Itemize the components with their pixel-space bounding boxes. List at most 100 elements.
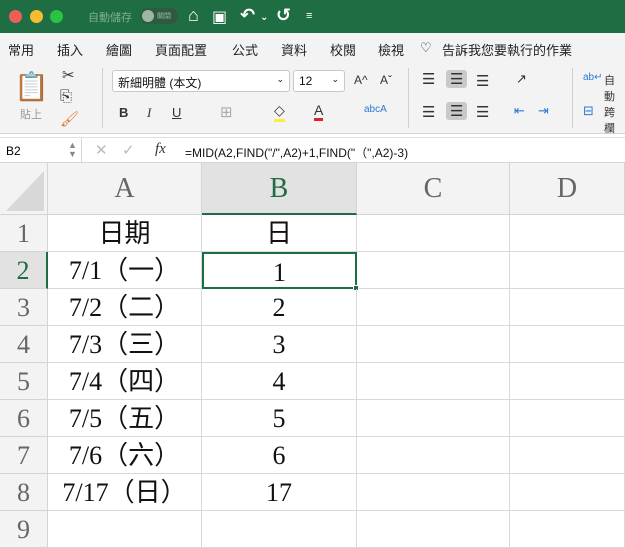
cell-d3[interactable] [510,289,625,326]
row-header[interactable]: 5 [0,363,48,400]
format-painter-icon[interactable]: 🖌 [60,110,79,128]
cell-b6[interactable]: 5 [202,400,357,437]
column-header-b[interactable]: B [202,163,357,215]
increase-font-size-icon[interactable]: A^ [354,73,368,87]
column-header-c[interactable]: C [357,163,510,215]
row-header[interactable]: 7 [0,437,48,474]
cell-c7[interactable] [357,437,510,474]
cell-b5[interactable]: 4 [202,363,357,400]
close-window-button[interactable] [9,10,22,23]
cell-d6[interactable] [510,400,625,437]
wrap-text-label[interactable]: 自動 [604,72,625,104]
formula-input[interactable]: =MID(A2,FIND("/",A2)+1,FIND("（",A2)-3) [185,144,408,161]
cell-d4[interactable] [510,326,625,363]
cell-b3[interactable]: 2 [202,289,357,326]
row-header[interactable]: 9 [0,511,48,548]
row-header[interactable]: 2 [0,252,48,289]
select-all-corner[interactable] [0,163,48,215]
redo-icon[interactable]: ↺ [276,5,291,26]
row-header[interactable]: 1 [0,215,48,252]
cell-a3[interactable]: 7/2（二） [48,289,202,326]
cancel-icon[interactable]: ✕ [95,141,108,159]
cell-a1[interactable]: 日期 [48,215,202,252]
row-header[interactable]: 6 [0,400,48,437]
align-left-icon[interactable]: ☰ [422,103,435,121]
merge-label[interactable]: 跨欄 [604,104,625,136]
cell-c1[interactable] [357,215,510,252]
tab-formulas[interactable]: 公式 [232,40,258,59]
cell-c6[interactable] [357,400,510,437]
cell-c3[interactable] [357,289,510,326]
insert-function-button[interactable]: fx [155,141,166,158]
cell-b4[interactable]: 3 [202,326,357,363]
cell-a9[interactable] [48,511,202,548]
cell-b2[interactable]: 1 [202,252,357,289]
font-color-button[interactable]: A [314,102,324,121]
cell-a8[interactable]: 7/17（日） [48,474,202,511]
tab-page-layout[interactable]: 頁面配置 [155,40,207,59]
column-header-d[interactable]: D [510,163,625,215]
merge-icon[interactable]: ⊟ [583,103,594,119]
autosave-toggle[interactable]: 關閉 [140,8,178,24]
align-middle-icon[interactable]: ☰ [446,70,468,88]
cell-d9[interactable] [510,511,625,548]
cell-b7[interactable]: 6 [202,437,357,474]
enter-icon[interactable]: ✓ [122,141,135,159]
cut-icon[interactable]: ✂ [62,66,75,84]
tab-draw[interactable]: 繪圖 [106,40,132,59]
borders-icon[interactable]: ⊞ [220,103,233,121]
cell-a2[interactable]: 7/1（一） [48,252,202,289]
bold-button[interactable]: B [119,105,128,120]
wrap-text-icon[interactable]: ab↵ [583,72,603,83]
cell-d8[interactable] [510,474,625,511]
tab-data[interactable]: 資料 [281,40,307,59]
cell-a5[interactable]: 7/4（四） [48,363,202,400]
cell-c2[interactable] [357,252,510,289]
undo-dropdown-icon[interactable]: ⌄ [260,12,268,23]
cell-c5[interactable] [357,363,510,400]
cell-a7[interactable]: 7/6（六） [48,437,202,474]
copy-icon[interactable]: ⎘ [60,88,72,105]
cell-d5[interactable] [510,363,625,400]
decrease-font-size-icon[interactable]: Aˇ [380,73,392,87]
decrease-indent-icon[interactable]: ⇤ [514,103,525,119]
cell-d2[interactable] [510,252,625,289]
save-icon[interactable]: ▣ [212,7,227,27]
cell-c4[interactable] [357,326,510,363]
phonetic-icon[interactable]: abcA [364,104,387,115]
underline-button[interactable]: U [172,105,181,120]
cell-c9[interactable] [357,511,510,548]
cell-a4[interactable]: 7/3（三） [48,326,202,363]
tab-view[interactable]: 檢視 [378,40,404,59]
name-box[interactable]: B2 ▲ ▼ [0,138,82,163]
row-header[interactable]: 3 [0,289,48,326]
tab-insert[interactable]: 插入 [57,40,83,59]
increase-indent-icon[interactable]: ⇥ [538,103,549,119]
row-header[interactable]: 4 [0,326,48,363]
row-header[interactable]: 8 [0,474,48,511]
home-icon[interactable]: ⌂ [188,5,199,26]
cell-b9[interactable] [202,511,357,548]
customize-toolbar-icon[interactable]: ≡ [306,10,312,22]
orientation-icon[interactable]: ↗ [516,71,527,87]
tab-review[interactable]: 校閱 [330,40,356,59]
column-header-a[interactable]: A [48,163,202,215]
cell-b8[interactable]: 17 [202,474,357,511]
font-name-select[interactable]: 新細明體 (本文) ⌄ [112,70,290,92]
cell-b1[interactable]: 日 [202,215,357,252]
cell-c8[interactable] [357,474,510,511]
cell-d7[interactable] [510,437,625,474]
maximize-window-button[interactable] [50,10,63,23]
minimize-window-button[interactable] [30,10,43,23]
fill-color-icon[interactable]: ◇ [274,102,285,122]
align-center-icon[interactable]: ☰ [446,102,468,120]
italic-button[interactable]: I [147,105,151,121]
align-top-icon[interactable]: ☰ [422,70,435,88]
align-bottom-icon[interactable]: ☰ [476,72,489,90]
align-right-icon[interactable]: ☰ [476,103,489,121]
tell-me-search[interactable]: 告訴我您要執行的作業 [442,40,572,59]
paste-icon[interactable]: 📋 [14,70,49,103]
undo-icon[interactable]: ↶ [240,5,255,26]
cell-a6[interactable]: 7/5（五） [48,400,202,437]
cell-d1[interactable] [510,215,625,252]
